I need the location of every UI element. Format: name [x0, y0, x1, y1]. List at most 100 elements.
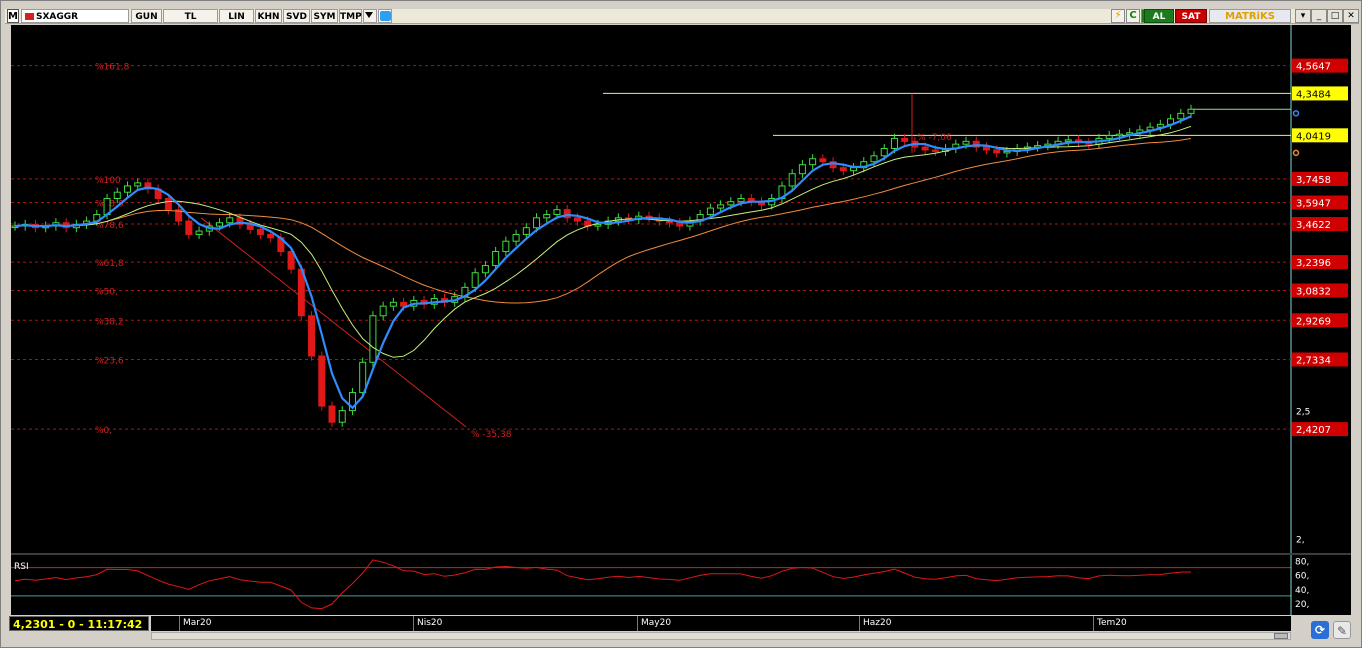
bottom-icons: ⟳ ✎ — [1311, 621, 1357, 639]
price-tag-label: 2,4207 — [1296, 425, 1331, 436]
candle — [931, 149, 939, 152]
annotation-label: % -7,06 — [917, 133, 952, 143]
candle — [1105, 135, 1113, 139]
ma-mid-line — [14, 125, 1192, 358]
price-chart[interactable]: %161,8%100%88,6%78,6%61,8%50,%38,2%23,6%… — [11, 25, 1351, 615]
candle — [195, 230, 203, 235]
candle — [256, 228, 264, 235]
candle — [1187, 108, 1195, 114]
ma-marker-icon — [1292, 110, 1300, 117]
buy-button[interactable]: AL — [1144, 9, 1174, 23]
candle — [1064, 139, 1072, 142]
chevron-down-icon — [365, 12, 373, 18]
candle — [338, 410, 346, 423]
sell-button[interactable]: SAT — [1175, 9, 1207, 23]
price-tag-label: 3,4622 — [1296, 220, 1331, 231]
dropdown-button[interactable] — [363, 9, 377, 23]
candle — [226, 217, 234, 224]
candle — [267, 233, 275, 239]
candle — [492, 251, 500, 267]
toolbar-button-lin[interactable]: LIN — [219, 9, 254, 23]
candle — [788, 173, 796, 187]
candle — [839, 167, 847, 172]
close-button[interactable]: ✕ — [1343, 9, 1359, 23]
rsi-axis-tick: 40, — [1295, 586, 1309, 596]
candle — [809, 158, 817, 166]
candle — [993, 149, 1001, 154]
rsi-label: RSI — [14, 562, 29, 572]
fib-label: %38,2 — [95, 317, 124, 327]
candle — [512, 233, 520, 242]
candle — [134, 182, 142, 187]
candle — [471, 272, 479, 288]
x-tick-label: Tem20 — [1093, 616, 1127, 631]
candle — [901, 137, 909, 142]
price-tag-label: 3,2396 — [1296, 258, 1331, 269]
price-tag-label: 3,7458 — [1296, 175, 1331, 186]
x-tick-label: Haz20 — [859, 616, 891, 631]
price-tag-label: 2,9269 — [1296, 316, 1331, 327]
ma-marker-icon — [1292, 149, 1300, 157]
twitter-button[interactable] — [378, 9, 392, 23]
x-tick-label: Nis20 — [413, 616, 442, 631]
price-axis-tick: 2,5 — [1296, 408, 1310, 418]
flag-icon — [25, 13, 34, 20]
fib-label: %61,8 — [95, 259, 124, 269]
toolbar-button-khn[interactable]: KHN — [255, 9, 282, 23]
candle — [921, 146, 929, 151]
price-tag-label: 3,0832 — [1296, 286, 1331, 297]
candle — [553, 209, 561, 216]
x-tick-label: May20 — [637, 616, 671, 631]
symbol-label: SXAGGR — [36, 12, 79, 22]
fib-label: %0, — [95, 426, 112, 436]
candle — [379, 305, 387, 317]
candle — [1115, 133, 1123, 137]
candle — [400, 301, 408, 307]
candle — [1177, 112, 1185, 120]
price-tag-label: 4,0419 — [1296, 131, 1331, 142]
refresh-icon[interactable]: ⟳ — [1311, 621, 1329, 639]
twitter-icon — [380, 11, 391, 21]
scroll-thumb[interactable] — [1274, 633, 1288, 639]
candle — [850, 167, 858, 172]
minimize-button[interactable]: _ — [1311, 9, 1327, 23]
horizontal-scrollbar[interactable] — [151, 632, 1291, 640]
fib-label: %50, — [95, 287, 118, 297]
candle — [318, 355, 326, 407]
toolbar-button-gun[interactable]: GUN — [131, 9, 162, 23]
candle — [522, 227, 530, 235]
candle — [123, 185, 131, 193]
price-readout: 4,2301 - 0 - 11:17:42 — [9, 616, 149, 631]
x-tick-label: Mar20 — [179, 616, 211, 631]
chart-toolbar: M SXAGGR GUNTLLINKHNSVDSYMTMP ⚡ C ▪ AL S… — [5, 9, 1359, 24]
candle — [533, 217, 541, 229]
symbol-field[interactable]: SXAGGR — [21, 9, 129, 23]
toolbar-button-tl[interactable]: TL — [163, 9, 218, 23]
annotation-label: % -35,38 — [471, 430, 512, 440]
settings-icon[interactable]: ✎ — [1333, 621, 1351, 639]
price-tag-label: 4,3484 — [1296, 89, 1331, 100]
candle — [369, 315, 377, 363]
price-tag-label: 4,5647 — [1296, 62, 1331, 73]
candle — [798, 164, 806, 175]
candle — [594, 223, 602, 227]
candle — [982, 146, 990, 151]
fib-label: %78,6 — [95, 221, 124, 231]
price-tag-label: 3,5947 — [1296, 199, 1331, 210]
candle — [717, 204, 725, 209]
toolbar-button-tmp[interactable]: TMP — [339, 9, 362, 23]
maximize-button[interactable]: □ — [1327, 9, 1343, 23]
toolbar-button-svd[interactable]: SVD — [283, 9, 310, 23]
candle — [185, 220, 193, 235]
brand-right: KS — [1259, 11, 1275, 22]
app-window: M SXAGGR GUNTLLINKHNSVDSYMTMP ⚡ C ▪ AL S… — [0, 0, 1362, 648]
candle — [113, 191, 121, 199]
price-tag-label: 2,7334 — [1296, 355, 1331, 366]
toolbar-button-sym[interactable]: SYM — [311, 9, 338, 23]
rsi-axis-tick: 20, — [1295, 600, 1309, 610]
candle — [308, 315, 316, 357]
chart-canvas[interactable]: %161,8%100%88,6%78,6%61,8%50,%38,2%23,6%… — [11, 25, 1351, 615]
lightning-icon[interactable]: ⚡ — [1111, 9, 1125, 23]
menu-dropdown-icon[interactable]: ▾ — [1295, 9, 1311, 23]
c-button[interactable]: C — [1126, 9, 1140, 23]
